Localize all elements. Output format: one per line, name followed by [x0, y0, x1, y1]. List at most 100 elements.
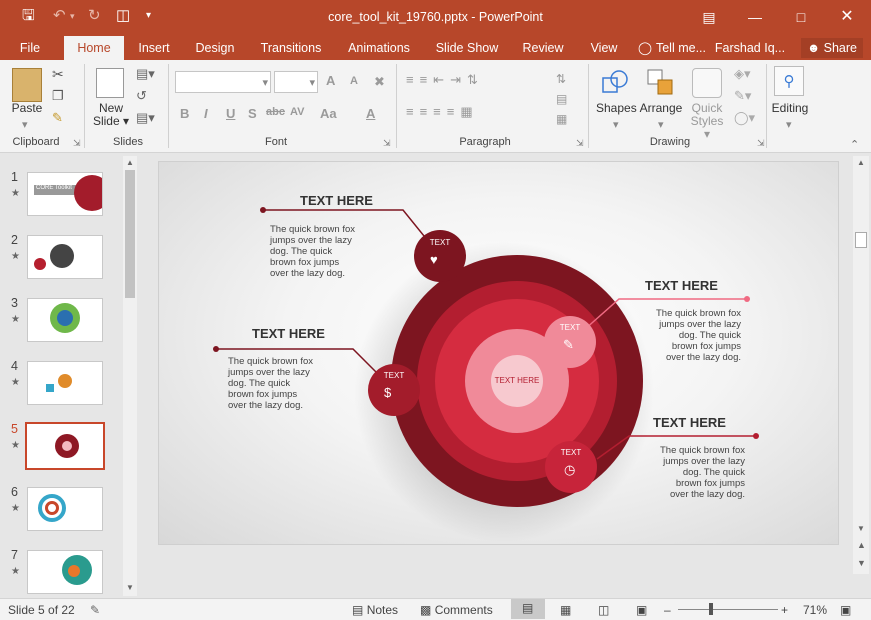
text-direction-icon[interactable]: ⇅ [556, 72, 566, 86]
thumbnails-scrollbar[interactable]: ▲ ▼ [123, 156, 137, 596]
collapse-ribbon-icon[interactable]: ⌃ [850, 138, 859, 151]
zoom-out-icon[interactable]: – [664, 602, 671, 618]
group-separator [766, 64, 767, 148]
slide-sorter-icon[interactable]: ▦ [560, 602, 571, 618]
align-buttons[interactable]: ≡≡≡≡▦ [406, 104, 479, 120]
share-button[interactable]: ☻ Share [801, 38, 863, 58]
align-text-icon[interactable]: ▤ [556, 92, 567, 106]
group-separator [168, 64, 169, 148]
font-color-button[interactable]: A [366, 106, 375, 121]
tab-transitions[interactable]: Transitions [254, 36, 328, 60]
smartart-icon[interactable]: ▦ [556, 112, 567, 126]
quick-styles-icon[interactable] [692, 68, 722, 98]
zoom-in-icon[interactable]: + [781, 602, 788, 618]
slide-thumbnail-6[interactable] [27, 487, 103, 531]
slide-thumbnail-4[interactable] [27, 361, 103, 405]
arrange-button[interactable]: Arrange [638, 102, 684, 115]
scroll-down-icon[interactable]: ▼ [857, 524, 865, 533]
slide-canvas[interactable]: TEXT ♥ TEXT $ TEXT ✎ TEXT ◷ TEXT HERE TE… [158, 161, 839, 545]
paste-icon[interactable] [12, 68, 42, 102]
new-slide-label-2: Slide [92, 114, 120, 128]
slide-thumbnail-3[interactable] [27, 298, 103, 342]
thumb-square [46, 384, 54, 392]
node-label: TEXT [429, 238, 451, 247]
slide-thumbnail-2[interactable] [27, 235, 103, 279]
maximize-icon[interactable]: □ [786, 4, 816, 30]
tab-design[interactable]: Design [190, 36, 240, 60]
scroll-thumb[interactable] [855, 232, 867, 248]
reading-view-icon[interactable]: ◫ [598, 602, 609, 618]
shapes-icon[interactable] [600, 68, 630, 98]
shape-outline-icon[interactable]: ✎▾ [734, 88, 751, 104]
zoom-slider-thumb[interactable] [709, 603, 713, 615]
scroll-down-icon[interactable]: ▼ [126, 583, 134, 592]
shrink-font-button[interactable]: A [350, 75, 358, 87]
scroll-up-icon[interactable]: ▲ [126, 158, 134, 167]
normal-view-button[interactable]: ▤ [511, 599, 545, 619]
format-painter-icon[interactable]: ✎ [52, 110, 63, 126]
copy-icon[interactable]: ❐ [52, 88, 64, 104]
font-launcher-icon[interactable]: ⇲ [383, 138, 391, 149]
body-line: brown fox jumps [671, 341, 741, 352]
italic-button[interactable]: I [204, 106, 208, 121]
bold-button[interactable]: B [180, 106, 189, 121]
tab-animations[interactable]: Animations [340, 36, 418, 60]
slide-thumbnail-7[interactable] [27, 550, 103, 594]
zoom-slider[interactable] [678, 609, 778, 610]
tab-view[interactable]: View [584, 36, 624, 60]
next-slide-icon[interactable]: ▼ [857, 558, 866, 568]
zoom-level[interactable]: 71% [803, 602, 827, 618]
tab-slideshow[interactable]: Slide Show [432, 36, 502, 60]
shapes-button[interactable]: Shapes [596, 102, 637, 115]
font-size-combo[interactable]: ▾ [274, 71, 318, 93]
fit-slide-icon[interactable]: ▣ [840, 602, 851, 618]
tab-insert[interactable]: Insert [132, 36, 176, 60]
paste-button[interactable]: Paste [8, 102, 46, 115]
grow-font-button[interactable]: A [326, 73, 335, 88]
shape-fill-icon[interactable]: ◈▾ [734, 66, 751, 82]
reset-icon[interactable]: ↺ [136, 88, 147, 104]
editing-button[interactable]: Editing [768, 102, 812, 115]
shadow-button[interactable]: S [248, 106, 257, 121]
strikethrough-button[interactable]: abc [266, 106, 285, 118]
notes-button[interactable]: ▤ Notes [352, 602, 398, 618]
character-spacing-button[interactable]: AV [290, 106, 304, 118]
comments-button[interactable]: ▩ Comments [420, 602, 493, 618]
paragraph-launcher-icon[interactable]: ⇲ [576, 138, 584, 149]
font-name-combo[interactable]: ▾ [175, 71, 271, 93]
tab-home[interactable]: Home [64, 36, 124, 60]
clipboard-launcher-icon[interactable]: ⇲ [73, 138, 81, 149]
minimize-icon[interactable]: — [740, 4, 770, 30]
scroll-thumb[interactable] [125, 170, 135, 298]
body-line: brown fox jumps [270, 257, 340, 268]
slide-scrollbar[interactable]: ▲ ▼ [853, 156, 869, 574]
slideshow-view-icon[interactable]: ▣ [636, 602, 647, 618]
slide-thumbnail-5[interactable] [25, 422, 105, 470]
cut-icon[interactable]: ✂ [52, 66, 64, 83]
new-slide-button[interactable]: New Slide ▾ [92, 102, 130, 128]
close-icon[interactable]: ✕ [832, 4, 862, 30]
comments-label: Comments [434, 603, 493, 617]
clear-formatting-icon[interactable]: ✖ [374, 74, 385, 90]
change-case-button[interactable]: Aa [320, 106, 337, 121]
list-buttons[interactable]: ≡≡⇤⇥⇅ [406, 72, 484, 88]
spelling-icon[interactable]: ✎ [90, 602, 100, 618]
slide-thumbnail-1[interactable]: CORE Toolkit [27, 172, 103, 216]
scroll-up-icon[interactable]: ▲ [857, 158, 865, 167]
section-icon[interactable]: ▤▾ [136, 110, 155, 126]
shape-effects-icon[interactable]: ◯▾ [734, 110, 755, 126]
tab-review[interactable]: Review [518, 36, 568, 60]
user-account[interactable]: Farshad Iq... [714, 36, 786, 60]
underline-button[interactable]: U [226, 106, 235, 121]
node-label: TEXT [560, 448, 582, 457]
previous-slide-icon[interactable]: ▲ [857, 540, 866, 550]
search-icon[interactable]: ⚲ [774, 66, 804, 96]
ribbon-display-icon[interactable]: ▤ [694, 4, 724, 30]
tell-me-search[interactable]: Tell me... [654, 36, 708, 60]
layout-icon[interactable]: ▤▾ [136, 66, 155, 82]
tab-file[interactable]: File [10, 36, 50, 60]
new-slide-icon[interactable] [96, 68, 124, 98]
drawing-launcher-icon[interactable]: ⇲ [757, 138, 765, 149]
arrange-icon[interactable] [646, 68, 676, 98]
paste-dropdown-icon[interactable]: ▾ [22, 118, 28, 131]
